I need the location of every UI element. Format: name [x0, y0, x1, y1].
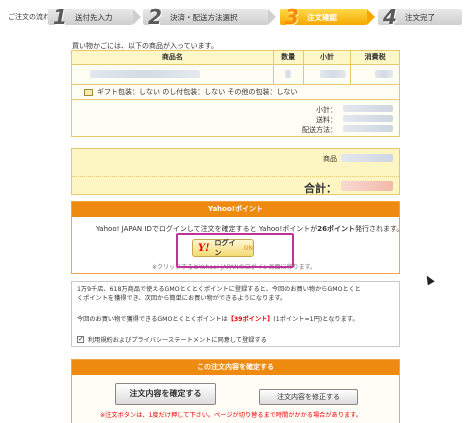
- yahoo-points-header: Yahoo!ポイント: [72, 202, 399, 217]
- login-highlight-frame: [176, 233, 294, 268]
- gmo-agree-label: 利用規約およびプライバシーステートメントに同意して登録する: [88, 337, 267, 344]
- step-label: 注文完了: [405, 12, 435, 22]
- cart-table: 商品名 数量 小計 消費税 ギフト包装：しない のし付包装：しない その他の包装…: [71, 50, 400, 137]
- step-order-confirm: 3 注文確認: [280, 5, 375, 29]
- product-name-cell: [72, 65, 274, 84]
- product-total-label: 商品: [323, 155, 337, 163]
- gmo-points-line: 今回のお買い物で獲得できるGMOとくとくポイントは【39ポイント】(1ポイント=…: [77, 316, 359, 323]
- grand-total-value: [341, 181, 393, 191]
- cart-header-row: 商品名 数量 小計 消費税: [71, 50, 400, 65]
- gmo-text-line: くポイントを獲得でき、次回から簡単にお買い物ができるようになります。: [77, 295, 287, 302]
- subtotal-label: 小計：: [316, 106, 337, 114]
- col-tax: 消費税: [364, 53, 386, 61]
- yahoo-points-value: 26ポイント: [317, 225, 356, 233]
- cart-summary: 小計： 送料： 配送方法：: [71, 100, 400, 137]
- table-row: [71, 65, 400, 85]
- edit-order-button[interactable]: 注文内容を修正する: [259, 389, 358, 405]
- confirm-panel: この注文内容を確定する 注文内容を確定する 注文内容を修正する ※注文ボタンは、…: [71, 359, 400, 423]
- col-product-name: 商品名: [72, 51, 274, 64]
- gmo-agree-checkbox[interactable]: ✓: [77, 336, 84, 343]
- gift-box-icon: [84, 88, 93, 96]
- gmo-agree-checkbox-row[interactable]: ✓ 利用規約およびプライバシーステートメントに同意して登録する: [77, 335, 267, 344]
- step-label: 決済・配送方法選択: [170, 12, 238, 22]
- delivery-method-label: 配送方法：: [302, 126, 337, 134]
- step-number: 1: [53, 5, 67, 29]
- step-order-complete: 4 注文完了: [378, 5, 462, 29]
- shipping-value: [343, 115, 393, 122]
- tax-cell: [351, 65, 399, 84]
- gmo-text-line: 1万9千店、618万商品で使えるGMOとくとくポイントに登録すると、今回のお買い…: [77, 286, 361, 293]
- subtotal-value: [343, 105, 393, 112]
- step-shipping-address: 1 送付先入力: [48, 5, 141, 29]
- gift-wrap-text: ギフト包装：しない のし付包装：しない その他の包装：しない: [97, 88, 298, 96]
- gift-wrap-row: ギフト包装：しない のし付包装：しない その他の包装：しない: [71, 85, 400, 100]
- col-subtotal: 小計: [304, 51, 352, 64]
- step-number: 3: [285, 5, 299, 29]
- step-label: 注文確認: [307, 12, 337, 22]
- subtotal-cell: [304, 65, 352, 84]
- quantity-cell: [274, 65, 304, 84]
- step-number: 2: [148, 5, 162, 29]
- gmo-points-value: 【39ポイント】: [227, 316, 274, 323]
- confirm-warning: ※注文ボタンは、1度だけ押して下さい。ページが切り替るまで時間がかかる場合があり…: [100, 412, 362, 419]
- steps-label: ご注文の流れ:: [8, 13, 53, 21]
- step-number: 4: [383, 5, 397, 29]
- grand-total-label: 合計：: [304, 182, 337, 195]
- confirm-header: この注文内容を確定する: [72, 360, 399, 375]
- order-steps: ご注文の流れ: 1 送付先入力 2 決済・配送方法選択 3 注文確認 4 注文完…: [0, 0, 470, 34]
- product-total-value: [341, 154, 393, 162]
- delivery-method-value: [343, 125, 393, 132]
- gmo-points-panel: 1万9千店、618万商品で使えるGMOとくとくポイントに登録すると、今回のお買い…: [71, 281, 400, 347]
- total-box: 商品 合計：: [71, 148, 400, 195]
- step-payment-delivery: 2 決済・配送方法選択: [143, 5, 276, 29]
- shipping-label: 送料：: [316, 116, 337, 124]
- confirm-order-button[interactable]: 注文内容を確定する: [115, 383, 216, 405]
- mouse-cursor-icon: [421, 272, 437, 287]
- step-label: 送付先入力: [75, 12, 113, 22]
- col-quantity: 数量: [274, 51, 304, 64]
